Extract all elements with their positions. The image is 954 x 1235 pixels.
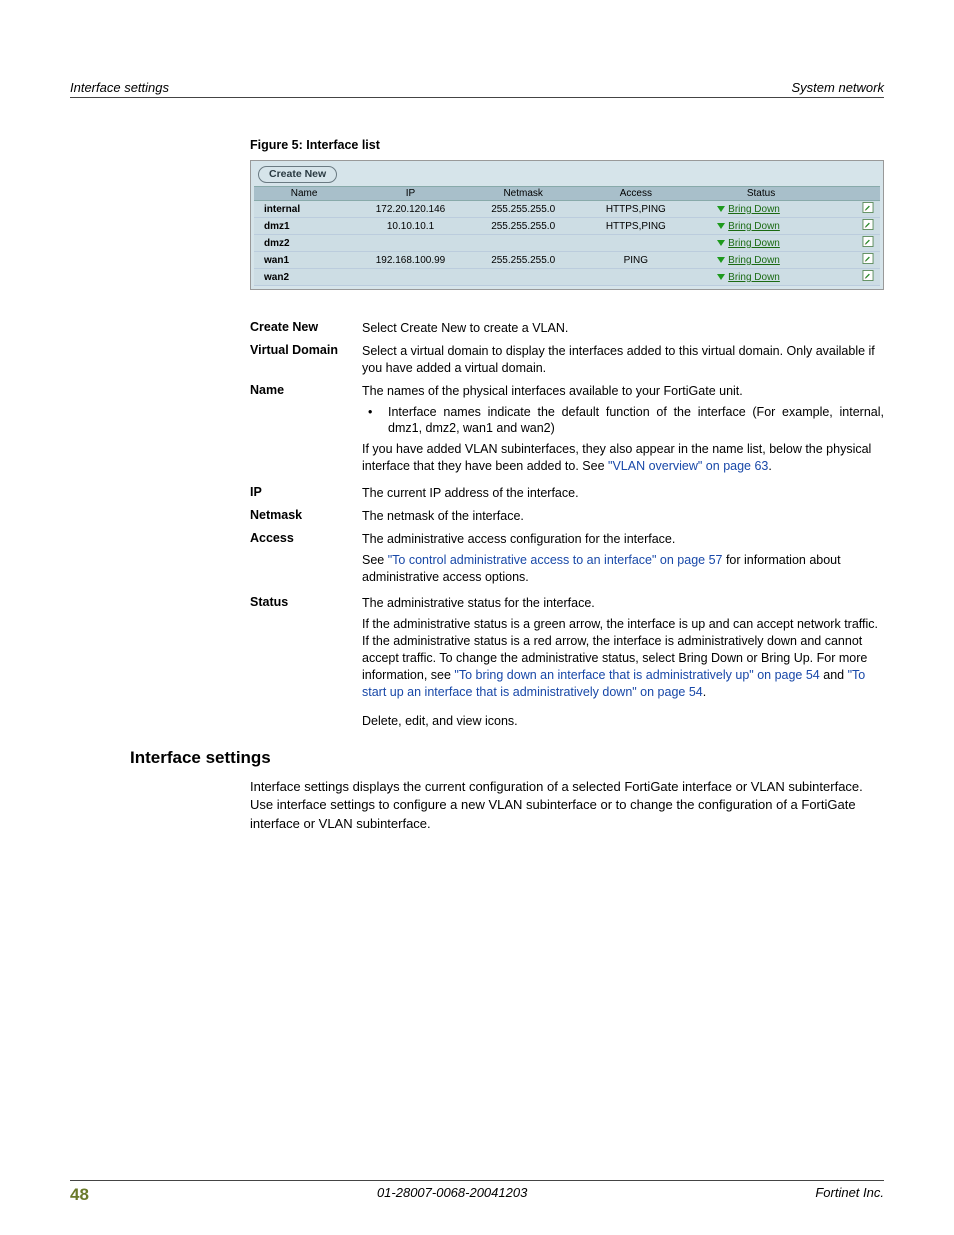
vlan-overview-link[interactable]: "VLAN overview" on page 63 [608,459,768,473]
name-p1: The names of the physical interfaces ava… [362,383,884,400]
bring-down-link[interactable]: "To bring down an interface that is admi… [454,668,819,682]
edit-icon[interactable] [862,205,874,216]
status-p1: The administrative status for the interf… [362,595,884,612]
col-access: Access [580,187,693,201]
status-arrow-icon [717,206,725,212]
cell-access [580,235,693,252]
cell-ip [354,235,467,252]
table-row: wan1192.168.100.99255.255.255.0PING Bring… [254,252,880,269]
cell-name: wan2 [254,269,354,286]
cell-name: internal [254,201,354,218]
body-ip: The current IP address of the interface. [362,485,884,502]
page-footer: 48 01-28007-0068-20041203 Fortinet Inc. [70,1180,884,1205]
cell-netmask [467,269,580,286]
term-virtual-domain: Virtual Domain [250,343,362,377]
cell-access: PING [580,252,693,269]
col-netmask: Netmask [467,187,580,201]
company: Fortinet Inc. [815,1185,884,1205]
figure-caption: Figure 5: Interface list [250,138,884,152]
name-p2: If you have added VLAN subinterfaces, th… [362,441,884,475]
cell-netmask: 255.255.255.0 [467,252,580,269]
bring-down-link[interactable]: Bring Down [728,221,780,232]
table-row: dmz2 Bring Down [254,235,880,252]
term-icons [250,713,362,730]
cell-actions [830,252,880,269]
cell-name: dmz2 [254,235,354,252]
status-arrow-icon [717,257,725,263]
edit-icon[interactable] [862,256,874,267]
term-name: Name [250,383,362,479]
create-new-button[interactable]: Create New [258,166,337,183]
term-status: Status [250,595,362,704]
status-p2: If the administrative status is a green … [362,616,884,700]
cell-ip: 10.10.10.1 [354,218,467,235]
status-arrow-icon [717,274,725,280]
col-name: Name [254,187,354,201]
term-access: Access [250,531,362,590]
cell-ip [354,269,467,286]
cell-netmask: 255.255.255.0 [467,218,580,235]
bullet-icon: • [362,404,388,442]
cell-actions [830,201,880,218]
bring-down-link[interactable]: Bring Down [728,204,780,215]
table-row: internal172.20.120.146255.255.255.0HTTPS… [254,201,880,218]
status-arrow-icon [717,240,725,246]
cell-status: Bring Down [692,201,830,218]
cell-netmask [467,235,580,252]
status-arrow-icon [717,223,725,229]
doc-id: 01-28007-0068-20041203 [377,1185,527,1205]
page-number: 48 [70,1185,89,1205]
term-netmask: Netmask [250,508,362,525]
body-icons: Delete, edit, and view icons. [362,713,884,730]
interface-list-figure: Create New Name IP Netmask Access Status… [250,160,884,290]
body-name: The names of the physical interfaces ava… [362,383,884,479]
cell-status: Bring Down [692,218,830,235]
cell-ip: 192.168.100.99 [354,252,467,269]
col-ip: IP [354,187,467,201]
bring-down-link[interactable]: Bring Down [728,238,780,249]
body-create-new: Select Create New to create a VLAN. [362,320,884,337]
term-create-new: Create New [250,320,362,337]
access-p2: See "To control administrative access to… [362,552,884,586]
running-header: Interface settings System network [70,80,884,98]
cell-access: HTTPS,PING [580,218,693,235]
cell-netmask: 255.255.255.0 [467,201,580,218]
cell-actions [830,269,880,286]
interface-table: Name IP Netmask Access Status internal17… [254,186,880,286]
cell-access [580,269,693,286]
body-virtual-domain: Select a virtual domain to display the i… [362,343,884,377]
bring-down-link[interactable]: Bring Down [728,255,780,266]
body-access: The administrative access configuration … [362,531,884,590]
cell-name: dmz1 [254,218,354,235]
cell-ip: 172.20.120.146 [354,201,467,218]
table-row: dmz110.10.10.1255.255.255.0HTTPS,PING Bri… [254,218,880,235]
section-body: Interface settings displays the current … [250,778,884,835]
cell-status: Bring Down [692,252,830,269]
col-status: Status [692,187,830,201]
cell-name: wan1 [254,252,354,269]
section-heading: Interface settings [130,748,884,768]
edit-icon[interactable] [862,239,874,250]
cell-actions [830,235,880,252]
edit-icon[interactable] [862,273,874,284]
table-row: wan2 Bring Down [254,269,880,286]
col-actions [830,187,880,201]
admin-access-link[interactable]: "To control administrative access to an … [388,553,723,567]
bring-down-link[interactable]: Bring Down [728,272,780,283]
access-p1: The administrative access configuration … [362,531,884,548]
term-ip: IP [250,485,362,502]
cell-status: Bring Down [692,235,830,252]
cell-status: Bring Down [692,269,830,286]
header-right: System network [792,80,884,95]
edit-icon[interactable] [862,222,874,233]
body-netmask: The netmask of the interface. [362,508,884,525]
cell-access: HTTPS,PING [580,201,693,218]
cell-actions [830,218,880,235]
body-status: The administrative status for the interf… [362,595,884,704]
header-left: Interface settings [70,80,169,95]
name-bullet: Interface names indicate the default fun… [388,404,884,438]
